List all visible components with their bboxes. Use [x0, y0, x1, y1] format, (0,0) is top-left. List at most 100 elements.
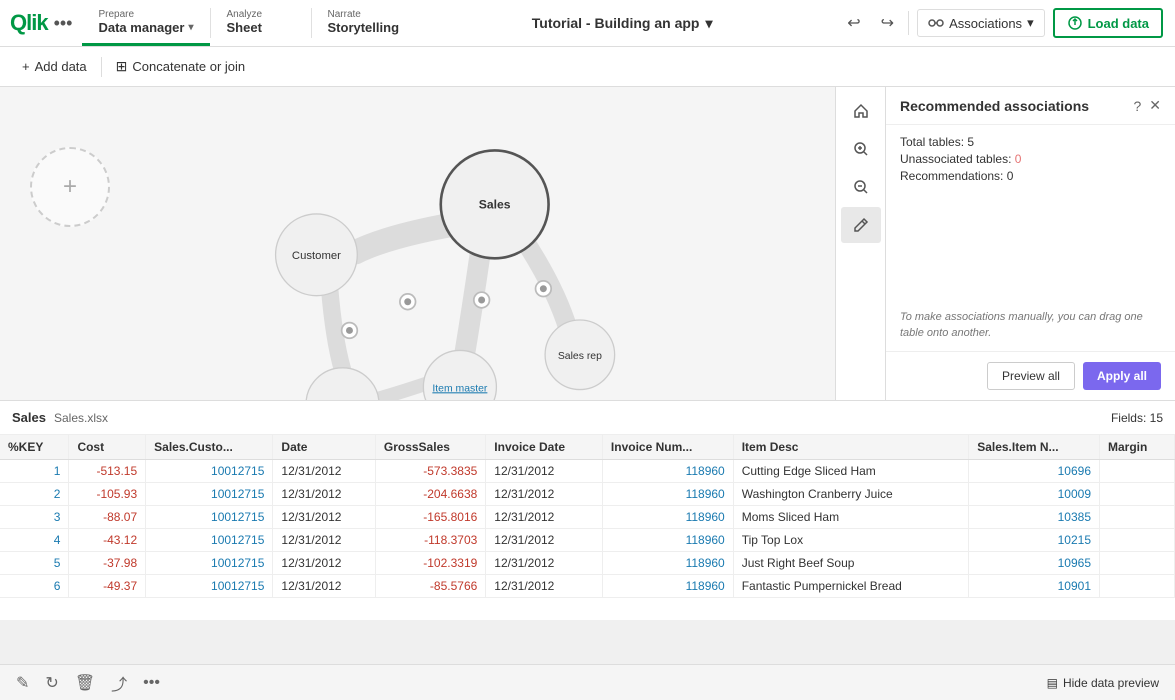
load-data-icon [1067, 15, 1083, 31]
cell-item-n: 10009 [969, 483, 1100, 506]
qlik-logo: Qlik [10, 10, 48, 36]
cell-item-desc: Just Right Beef Soup [733, 552, 968, 575]
col-gross: GrossSales [375, 435, 485, 460]
concat-label: Concatenate or join [132, 59, 245, 74]
hide-preview-button[interactable]: ▤ Hide data preview [1047, 676, 1159, 690]
cell-custo: 10012715 [146, 529, 273, 552]
zoom-out-icon [853, 179, 869, 195]
nav-prepare-label: Prepare [98, 9, 193, 20]
cell-item-n: 10965 [969, 552, 1100, 575]
nav-analyze-section[interactable]: Analyze Sheet [211, 0, 311, 46]
delete-icon[interactable]: 🗑 [75, 673, 95, 693]
cell-cost: -49.37 [69, 575, 146, 598]
panel-header: Recommended associations ? ✕ [886, 87, 1175, 125]
nav-narrate-section[interactable]: Narrate Storytelling [312, 0, 416, 46]
cell-date: 12/31/2012 [273, 506, 375, 529]
cell-gross: -573.3835 [375, 460, 485, 483]
cell-date: 12/31/2012 [273, 575, 375, 598]
cell-date: 12/31/2012 [273, 483, 375, 506]
nav-analyze-label: Analyze [227, 9, 295, 20]
add-table-button[interactable]: + [30, 147, 110, 227]
cell-inv-num: 118960 [602, 552, 733, 575]
cell-item-desc: Fantastic Pumpernickel Bread [733, 575, 968, 598]
cell-custo: 10012715 [146, 460, 273, 483]
edit-icon[interactable]: ✎ [16, 673, 29, 693]
nav-prepare-section[interactable]: Prepare Data manager ▾ [82, 0, 209, 46]
apply-all-button[interactable]: Apply all [1083, 362, 1161, 390]
table-row: 3 -88.07 10012715 12/31/2012 -165.8016 1… [0, 506, 1175, 529]
total-tables-row: Total tables: 5 [900, 135, 1161, 149]
nav-data-manager-title: Data manager ▾ [98, 20, 193, 35]
panel-help-button[interactable]: ? [1133, 98, 1141, 114]
col-cost: Cost [69, 435, 146, 460]
cell-cost: -88.07 [69, 506, 146, 529]
cell-custo: 10012715 [146, 506, 273, 529]
undo-button[interactable]: ↩ [841, 9, 866, 37]
col-inv-date: Invoice Date [486, 435, 603, 460]
concatenate-button[interactable]: ⊞ Concatenate or join [106, 52, 255, 81]
cell-custo: 10012715 [146, 483, 273, 506]
refresh-icon[interactable]: ↻ [45, 673, 58, 693]
cell-inv-date: 12/31/2012 [486, 575, 603, 598]
main-area: + [0, 87, 1175, 400]
table-header-row: %KEY Cost Sales.Custo... Date GrossSales… [0, 435, 1175, 460]
app-title: Tutorial - Building an app ▾ [532, 15, 713, 32]
hide-preview-icon: ▤ [1047, 676, 1058, 690]
cell-item-desc: Washington Cranberry Juice [733, 483, 968, 506]
add-data-label: Add data [35, 59, 87, 74]
recommendations-value: 0 [1007, 169, 1014, 183]
cell-item-desc: Tip Top Lox [733, 529, 968, 552]
app-title-chevron[interactable]: ▾ [705, 15, 712, 32]
col-item-desc: Item Desc [733, 435, 968, 460]
recommendations-label: Recommendations: [900, 169, 1003, 183]
home-button[interactable] [841, 93, 881, 129]
zoom-out-button[interactable] [841, 169, 881, 205]
bottom-bar: ✎ ↻ 🗑 ⤴ ••• ▤ Hide data preview [0, 664, 1175, 700]
preview-table-name: Sales [12, 410, 46, 425]
cell-cost: -513.15 [69, 460, 146, 483]
associations-chevron: ▾ [1027, 15, 1034, 31]
cell-margin [1100, 483, 1175, 506]
nav-more-button[interactable]: ••• [54, 13, 73, 34]
panel-close-button[interactable]: ✕ [1149, 97, 1161, 114]
cell-key: 6 [0, 575, 69, 598]
data-preview-section: Sales Sales.xlsx Fields: 15 %KEY Cost Sa… [0, 400, 1175, 620]
associations-label: Associations [949, 16, 1022, 31]
edit-associations-button[interactable] [841, 207, 881, 243]
nav-sheet-title: Sheet [227, 20, 295, 35]
cell-key: 5 [0, 552, 69, 575]
cell-inv-num: 118960 [602, 575, 733, 598]
home-icon [853, 103, 869, 119]
redo-button[interactable]: ↪ [875, 9, 900, 37]
cell-key: 2 [0, 483, 69, 506]
nav-divider-3 [908, 11, 909, 35]
canvas-side-toolbar [835, 87, 885, 400]
share-icon[interactable]: ⤴ [111, 671, 127, 695]
cell-inv-num: 118960 [602, 460, 733, 483]
total-tables-value: 5 [967, 135, 974, 149]
cell-item-n: 10901 [969, 575, 1100, 598]
add-table-icon: + [63, 173, 77, 201]
cell-item-n: 10385 [969, 506, 1100, 529]
cell-gross: -204.6638 [375, 483, 485, 506]
col-item-n: Sales.Item N... [969, 435, 1100, 460]
cell-gross: -165.8016 [375, 506, 485, 529]
cell-inv-num: 118960 [602, 483, 733, 506]
add-data-button[interactable]: + Add data [12, 53, 97, 80]
table-row: 5 -37.98 10012715 12/31/2012 -102.3319 1… [0, 552, 1175, 575]
nav-center-area: Tutorial - Building an app ▾ [415, 0, 829, 46]
nav-narrate-label: Narrate [328, 9, 400, 20]
zoom-in-button[interactable] [841, 131, 881, 167]
cell-cost: -105.93 [69, 483, 146, 506]
more-icon[interactable]: ••• [143, 674, 160, 692]
col-date: Date [273, 435, 375, 460]
load-data-button[interactable]: Load data [1053, 8, 1163, 38]
cell-inv-date: 12/31/2012 [486, 460, 603, 483]
table-row: 4 -43.12 10012715 12/31/2012 -118.3703 1… [0, 529, 1175, 552]
cell-inv-num: 118960 [602, 529, 733, 552]
right-panel: Recommended associations ? ✕ Total table… [885, 87, 1175, 400]
associations-button[interactable]: Associations ▾ [917, 9, 1045, 37]
col-key: %KEY [0, 435, 69, 460]
cell-inv-date: 12/31/2012 [486, 483, 603, 506]
preview-all-button[interactable]: Preview all [987, 362, 1075, 390]
